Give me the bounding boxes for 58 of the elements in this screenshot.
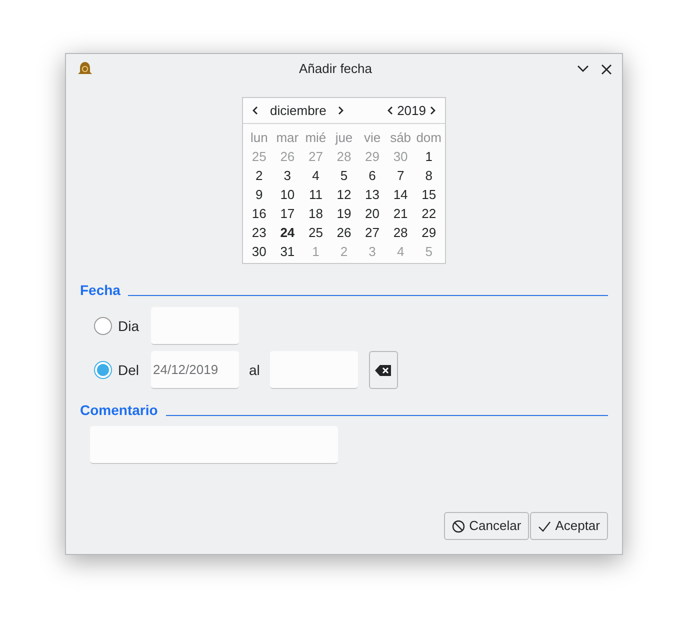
weekday-label: dom	[415, 129, 442, 147]
window-title: Añadir fecha	[298, 60, 373, 78]
calendar-day[interactable]: 26	[330, 223, 358, 242]
calendar-day[interactable]: 3	[273, 166, 302, 185]
calendar-day[interactable]: 22	[414, 204, 443, 223]
calendar-day[interactable]: 27	[358, 223, 386, 242]
calendar-day[interactable]: 31	[273, 242, 302, 261]
cancel-button[interactable]: Cancelar	[444, 512, 530, 540]
calendar-day[interactable]: 5	[330, 166, 358, 185]
minimize-icon[interactable]	[577, 65, 589, 73]
cancel-icon	[452, 520, 466, 532]
calendar-day[interactable]: 2	[245, 166, 274, 185]
calendar-day[interactable]: 19	[330, 204, 358, 223]
calendar-day[interactable]: 25	[302, 223, 330, 242]
calendar-day[interactable]: 17	[273, 204, 302, 223]
calendar-day[interactable]: 14	[386, 185, 415, 204]
year-label[interactable]: 2019	[397, 100, 426, 120]
section-heading: Fecha	[80, 283, 120, 297]
calendar-day[interactable]: 1	[414, 147, 443, 166]
calendar-day[interactable]: 13	[358, 185, 386, 204]
calendar-day[interactable]: 30	[245, 242, 274, 261]
month-label[interactable]: diciembre	[262, 100, 334, 120]
calendar-day[interactable]: 28	[386, 223, 415, 242]
check-icon	[538, 520, 552, 532]
calendar-day[interactable]: 8	[414, 166, 443, 185]
weekday-label: jue	[334, 129, 354, 147]
radio-button[interactable]: Del	[94, 360, 151, 380]
accept-button[interactable]: Aceptar	[530, 512, 608, 540]
calendar-day[interactable]: 15	[414, 185, 443, 204]
calendar-day[interactable]: 10	[273, 185, 302, 204]
radio-button[interactable]: Dia	[94, 316, 151, 336]
calendar-day[interactable]: 24	[273, 223, 302, 242]
calendar-day[interactable]: 6	[358, 166, 386, 185]
input-field[interactable]	[151, 307, 239, 345]
backspace-icon	[375, 364, 392, 376]
calendar-day[interactable]: 21	[386, 204, 415, 223]
input-field[interactable]	[270, 351, 358, 389]
input-field[interactable]: 24/12/2019	[151, 351, 239, 389]
range-label: al	[249, 360, 260, 380]
weekday-label: vie	[362, 129, 382, 147]
calendar-day[interactable]: 11	[302, 185, 330, 204]
calendar-day[interactable]: 18	[302, 204, 330, 223]
calendar-day[interactable]: 16	[245, 204, 274, 223]
weekday-label: mar	[275, 129, 300, 147]
section-heading: Comentario	[80, 403, 158, 417]
weekday-label: mié	[304, 129, 328, 147]
calendar-day[interactable]: 9	[245, 185, 274, 204]
calendar-day[interactable]: 4	[302, 166, 330, 185]
clear-button[interactable]	[368, 351, 398, 389]
weekday-label: lun	[249, 129, 269, 147]
calendar-day[interactable]: 7	[386, 166, 415, 185]
close-icon[interactable]	[601, 64, 612, 74]
weekday-label: sáb	[389, 129, 412, 147]
calendar-day[interactable]: 23	[245, 223, 274, 242]
input-field[interactable]	[90, 426, 338, 464]
calendar-day[interactable]: 12	[330, 185, 358, 204]
calendar-day[interactable]: 20	[358, 204, 386, 223]
calendar-day[interactable]: 29	[414, 223, 443, 242]
